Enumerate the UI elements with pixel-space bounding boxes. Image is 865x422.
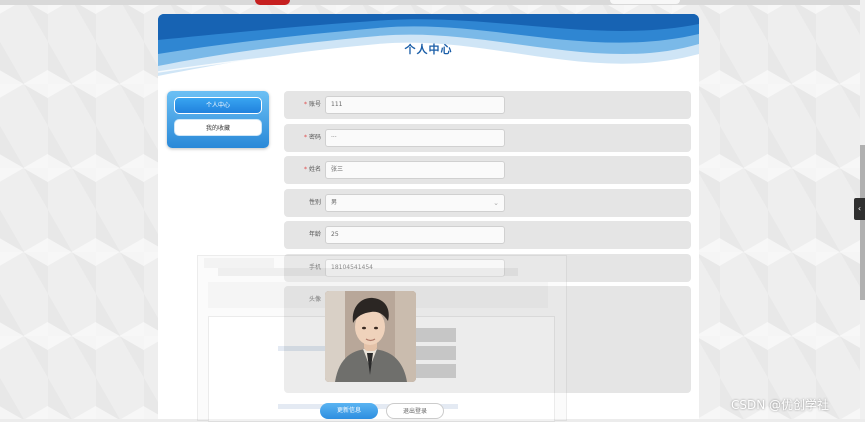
sidebar-item-favorites[interactable]: 我的收藏 bbox=[174, 119, 262, 136]
form-row-phone: 手机 18104541454 bbox=[284, 254, 691, 282]
chevron-left-icon[interactable]: ‹ bbox=[854, 198, 865, 220]
gender-select[interactable]: 男 ⌄ bbox=[325, 194, 505, 212]
account-field[interactable]: 111 bbox=[325, 96, 505, 114]
phone-field[interactable]: 18104541454 bbox=[325, 259, 505, 277]
name-field[interactable]: 张三 bbox=[325, 161, 505, 179]
logout-button[interactable]: 退出登录 bbox=[386, 403, 444, 419]
age-field[interactable]: 25 bbox=[325, 226, 505, 244]
update-info-button[interactable]: 更新信息 bbox=[320, 403, 378, 419]
watermark: CSDN @优创学社 bbox=[731, 398, 830, 412]
form-row-gender: 性别 男 ⌄ bbox=[284, 189, 691, 217]
banner-decoration-2 bbox=[610, 0, 680, 4]
avatar-upload[interactable] bbox=[325, 291, 416, 382]
form-row-password: * 密码 ··· bbox=[284, 124, 691, 152]
age-label: 年龄 bbox=[308, 231, 321, 238]
sidebar: 个人中心 我的收藏 bbox=[167, 91, 269, 148]
banner-decoration bbox=[255, 0, 290, 5]
gender-label: 性别 bbox=[308, 199, 321, 206]
sidebar-item-profile[interactable]: 个人中心 bbox=[174, 97, 262, 114]
page-title: 个人中心 bbox=[404, 43, 453, 56]
top-banner-strip bbox=[0, 0, 865, 5]
avatar-image bbox=[325, 291, 416, 382]
phone-label: 手机 bbox=[308, 264, 321, 271]
name-label: * 姓名 bbox=[303, 166, 321, 173]
form-row-age: 年龄 25 bbox=[284, 221, 691, 249]
account-label: * 账号 bbox=[303, 101, 321, 108]
password-field[interactable]: ··· bbox=[325, 129, 505, 147]
password-label: * 密码 bbox=[303, 134, 321, 141]
form-row-name: * 姓名 张三 bbox=[284, 156, 691, 184]
form-row-account: * 账号 111 bbox=[284, 91, 691, 119]
scrollbar-thumb[interactable] bbox=[860, 145, 865, 300]
chevron-down-icon: ⌄ bbox=[493, 199, 499, 207]
gender-value: 男 bbox=[331, 199, 338, 206]
avatar-label: 头像 bbox=[308, 296, 321, 303]
